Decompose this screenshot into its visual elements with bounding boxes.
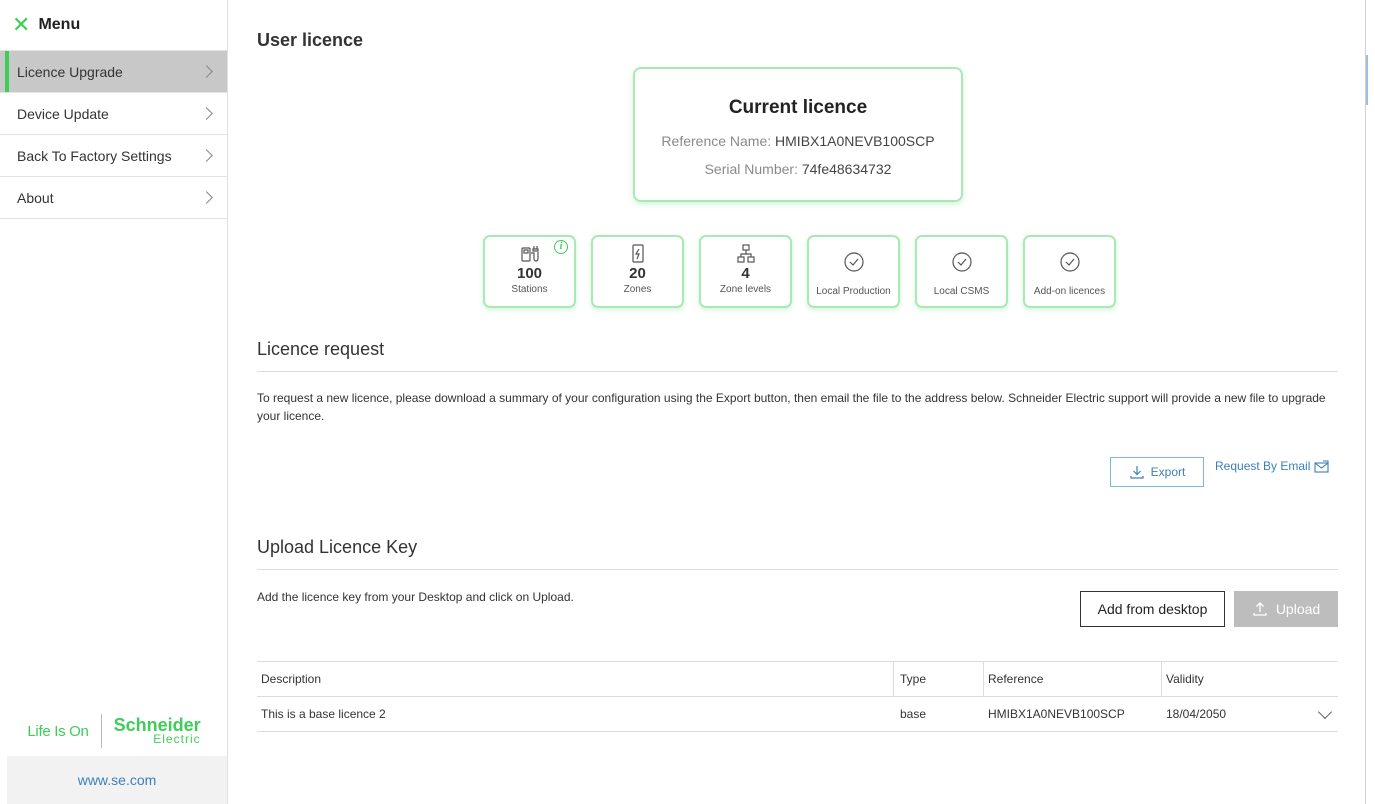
column-header-description[interactable]: Description (257, 662, 894, 696)
sidebar-item-label: Licence Upgrade (17, 63, 123, 80)
website-link[interactable]: www.se.com (7, 756, 227, 804)
page-title: User licence (257, 30, 364, 50)
feature-label: Local Production (816, 286, 891, 297)
sidebar: ✕ Menu Licence Upgrade Device Update Bac… (0, 0, 228, 804)
email-label: Request By Email (1215, 459, 1311, 473)
cell-type: base (900, 707, 927, 721)
sidebar-item-factory-settings[interactable]: Back To Factory Settings (0, 135, 227, 177)
add-from-desktop-button[interactable]: Add from desktop (1080, 591, 1225, 627)
feature-local-csms: Local CSMS (915, 235, 1008, 308)
upload-button[interactable]: Upload (1234, 591, 1338, 627)
upload-icon (1253, 602, 1267, 616)
upload-title: Upload Licence Key (257, 537, 418, 557)
reference-row: Reference Name: HMIBX1A0NEVB100SCP (635, 133, 961, 149)
cell-reference: HMIBX1A0NEVB100SCP (988, 707, 1125, 721)
sidebar-item-device-update[interactable]: Device Update (0, 93, 227, 135)
brand-tagline: Life Is On (27, 722, 89, 740)
brand-company: Schneider (113, 715, 201, 735)
section-divider (257, 569, 1338, 570)
column-header-label: Validity (1166, 672, 1204, 686)
stations-icon (520, 246, 539, 262)
cell-description: This is a base licence 2 (261, 707, 386, 721)
cell-validity-value: 18/04/2050 (1166, 707, 1227, 721)
feature-label: Zone levels (719, 284, 772, 295)
feature-label: Stations (511, 284, 548, 295)
licence-request-title: Licence request (257, 339, 385, 359)
chevron-right-icon (200, 65, 213, 78)
sidebar-item-label: Back To Factory Settings (17, 147, 172, 164)
check-circle-icon (843, 252, 864, 272)
check-circle-icon (1059, 252, 1080, 272)
feature-label: Zones (623, 284, 652, 295)
current-licence-card: Current licence Reference Name: HMIBX1A0… (633, 67, 963, 202)
brand-logo: Life Is On Schneider Electric (0, 714, 228, 748)
menu-header[interactable]: ✕ Menu (0, 0, 227, 50)
feature-local-production: Local Production (807, 235, 900, 308)
cell-validity: 18/04/2050 (1162, 697, 1338, 731)
feature-value: 100 (516, 265, 543, 282)
sidebar-item-label: Device Update (17, 105, 109, 122)
upload-label: Upload (1275, 601, 1321, 617)
feature-value: 20 (629, 265, 646, 282)
feature-cards: i 100 Stations 20 Zones 4 Zone levels Lo… (483, 235, 1116, 308)
feature-addon-licences: Add-on licences (1023, 235, 1116, 308)
reference-label: Reference Name: (661, 133, 772, 149)
window-edge (1365, 0, 1366, 804)
main-content: User licence Current licence Reference N… (257, 0, 1338, 804)
info-icon[interactable]: i (554, 240, 568, 254)
feature-label: Add-on licences (1033, 286, 1106, 297)
menu-title: Menu (38, 16, 81, 33)
export-button[interactable]: Export (1110, 457, 1204, 487)
feature-label: Local CSMS (933, 286, 990, 297)
feature-zones: 20 Zones (591, 235, 684, 308)
table-row[interactable]: This is a base licence 2 base HMIBX1A0NE… (257, 697, 1338, 732)
column-header-reference[interactable]: Reference (984, 662, 1162, 696)
export-label: Export (1150, 465, 1186, 479)
reference-value: HMIBX1A0NEVB100SCP (775, 133, 935, 149)
feature-stations: i 100 Stations (483, 235, 576, 308)
sidebar-item-label: About (17, 189, 54, 206)
sidebar-item-about[interactable]: About (0, 177, 227, 219)
sidebar-item-licence-upgrade[interactable]: Licence Upgrade (0, 51, 227, 93)
licence-table: Description Type Reference Validity This… (257, 661, 1338, 732)
chevron-right-icon (200, 191, 213, 204)
download-icon (1130, 466, 1144, 479)
licence-request-text: To request a new licence, please downloa… (257, 391, 1326, 423)
feature-zone-levels: 4 Zone levels (699, 235, 792, 308)
chevron-right-icon (200, 149, 213, 162)
close-icon[interactable]: ✕ (12, 14, 30, 36)
serial-value: 74fe48634732 (801, 161, 892, 177)
chevron-down-icon[interactable] (1317, 704, 1333, 720)
column-header-type[interactable]: Type (894, 662, 984, 696)
table-header: Description Type Reference Validity (257, 662, 1338, 697)
email-icon (1314, 459, 1329, 473)
column-header-validity[interactable]: Validity (1162, 662, 1338, 696)
zone-levels-icon (736, 244, 755, 263)
zones-icon (631, 244, 644, 263)
current-licence-title: Current licence (728, 97, 868, 118)
chevron-right-icon (200, 107, 213, 120)
brand-divider (100, 714, 102, 748)
scrollbar-thumb[interactable] (1366, 55, 1368, 105)
feature-value: 4 (741, 265, 750, 282)
serial-row: Serial Number: 74fe48634732 (635, 161, 961, 177)
check-circle-icon (951, 252, 972, 272)
schneider-logo: Schneider Electric (113, 715, 201, 745)
sidebar-nav: Licence Upgrade Device Update Back To Fa… (0, 50, 227, 219)
request-by-email-link[interactable]: Request By Email (1215, 459, 1329, 473)
serial-label: Serial Number: (704, 161, 798, 177)
section-divider (257, 371, 1338, 372)
